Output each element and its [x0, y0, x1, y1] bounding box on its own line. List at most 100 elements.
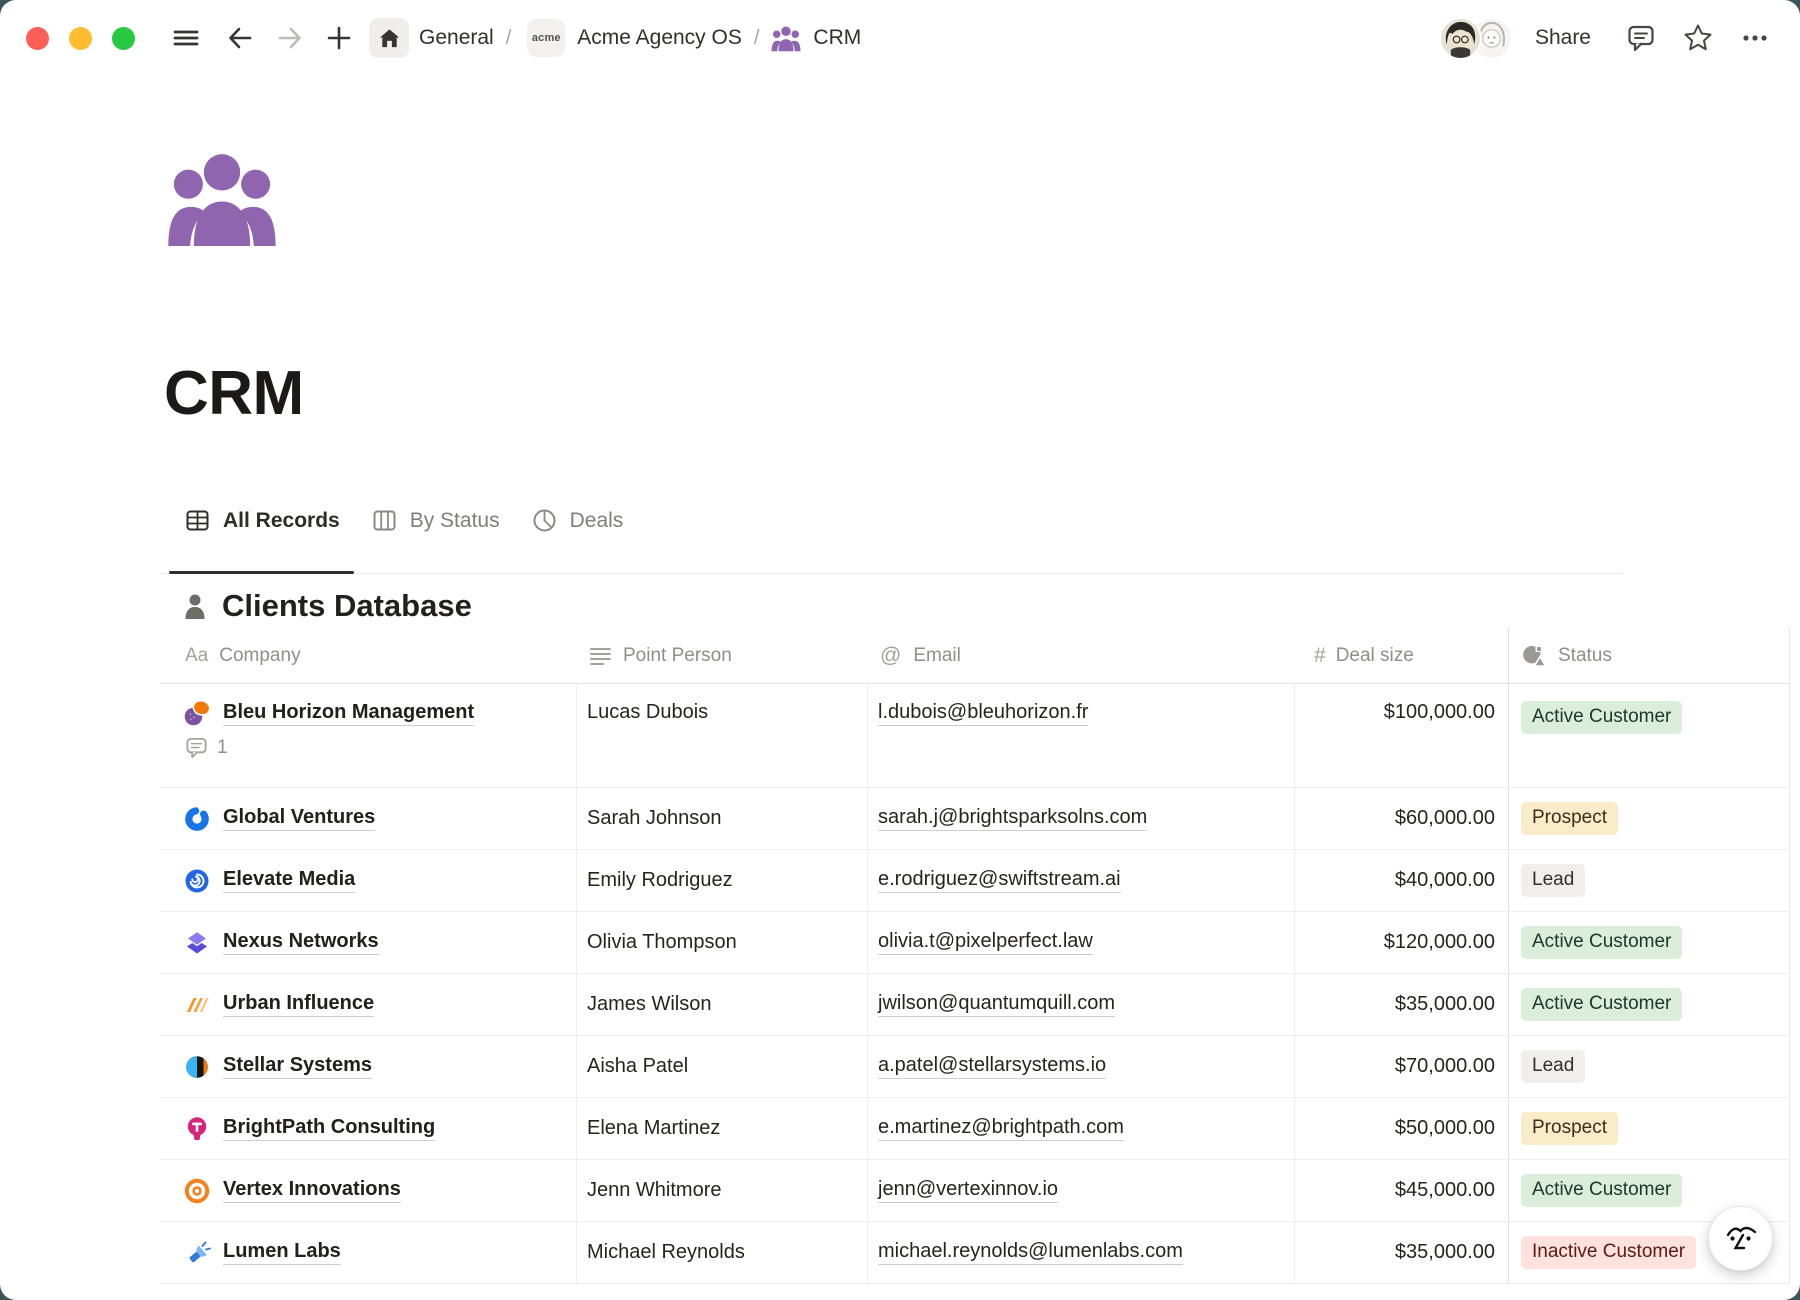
company-cell[interactable]: Lumen Labs [160, 1222, 576, 1283]
status-cell[interactable]: Active Customer [1508, 684, 1790, 787]
workspace-logo[interactable]: acme [527, 19, 565, 57]
point-person-cell[interactable]: Aisha Patel [576, 1036, 867, 1097]
deal-size-cell[interactable]: $70,000.00 [1294, 1036, 1508, 1097]
point-person-cell[interactable]: Lucas Dubois [576, 684, 867, 787]
database-title[interactable]: Clients Database [222, 588, 472, 624]
tab-all-records[interactable]: All Records [185, 508, 340, 533]
email-link[interactable]: l.dubois@bleuhorizon.fr [878, 701, 1088, 726]
deal-size-value: $60,000.00 [1395, 807, 1495, 830]
email-link[interactable]: jwilson@quantumquill.com [878, 992, 1115, 1017]
email-cell[interactable]: jwilson@quantumquill.com [867, 974, 1294, 1035]
email-cell[interactable]: jenn@vertexinnov.io [867, 1160, 1294, 1221]
new-tab-button[interactable] [325, 24, 353, 52]
company-cell[interactable]: Nexus Networks [160, 912, 576, 973]
collaborator-avatars[interactable] [1439, 17, 1513, 60]
point-person-cell[interactable]: Emily Rodriguez [576, 850, 867, 911]
point-person-cell[interactable]: James Wilson [576, 974, 867, 1035]
deal-size-cell[interactable]: $120,000.00 [1294, 912, 1508, 973]
company-cell[interactable]: Urban Influence [160, 974, 576, 1035]
column-header-status[interactable]: Status [1508, 628, 1790, 683]
company-name-link[interactable]: Elevate Media [223, 868, 355, 893]
tab-by-status[interactable]: By Status [372, 508, 500, 533]
comments-button[interactable] [1626, 23, 1656, 53]
table-row: Global Ventures Sarah Johnson sarah.j@br… [160, 788, 1790, 850]
breadcrumb-page[interactable]: CRM [813, 26, 861, 50]
status-badge: Prospect [1521, 1112, 1618, 1145]
deal-size-cell[interactable]: $100,000.00 [1294, 684, 1508, 787]
email-link[interactable]: e.martinez@brightpath.com [878, 1116, 1124, 1141]
email-link[interactable]: sarah.j@brightsparksolns.com [878, 806, 1147, 831]
column-header-company[interactable]: Aa Company [160, 628, 576, 683]
email-link[interactable]: e.rodriguez@swiftstream.ai [878, 868, 1121, 893]
column-header-deal-size[interactable]: # Deal size [1294, 628, 1508, 683]
email-link[interactable]: a.patel@stellarsystems.io [878, 1054, 1106, 1079]
email-cell[interactable]: michael.reynolds@lumenlabs.com [867, 1222, 1294, 1283]
email-cell[interactable]: e.rodriguez@swiftstream.ai [867, 850, 1294, 911]
point-person-cell[interactable]: Sarah Johnson [576, 788, 867, 849]
column-header-email[interactable]: @ Email [867, 628, 1294, 683]
email-link[interactable]: jenn@vertexinnov.io [878, 1178, 1058, 1203]
company-name-link[interactable]: Lumen Labs [223, 1240, 341, 1265]
page-icon-button[interactable] [166, 146, 278, 246]
status-badge: Lead [1521, 864, 1585, 897]
company-cell[interactable]: Bleu Horizon Management 1 [160, 684, 576, 787]
status-cell[interactable]: Lead [1508, 850, 1790, 911]
deal-size-cell[interactable]: $35,000.00 [1294, 974, 1508, 1035]
breadcrumb-root[interactable]: General [419, 26, 494, 50]
breadcrumb-home-button[interactable] [369, 18, 409, 58]
point-person-cell[interactable]: Jenn Whitmore [576, 1160, 867, 1221]
email-cell[interactable]: a.patel@stellarsystems.io [867, 1036, 1294, 1097]
company-cell[interactable]: Elevate Media [160, 850, 576, 911]
company-name-link[interactable]: Bleu Horizon Management [223, 701, 474, 726]
status-cell[interactable]: Prospect [1508, 788, 1790, 849]
point-person: Olivia Thompson [587, 931, 737, 954]
email-cell[interactable]: e.martinez@brightpath.com [867, 1098, 1294, 1159]
company-cell[interactable]: Stellar Systems [160, 1036, 576, 1097]
company-name-link[interactable]: Global Ventures [223, 806, 375, 831]
point-person-cell[interactable]: Olivia Thompson [576, 912, 867, 973]
company-name-link[interactable]: Stellar Systems [223, 1054, 372, 1079]
company-name-link[interactable]: Nexus Networks [223, 930, 379, 955]
table-header-row: Aa Company Point Person @ Email # Deal s… [160, 628, 1790, 684]
email-cell[interactable]: sarah.j@brightsparksolns.com [867, 788, 1294, 849]
notion-ai-button[interactable] [1708, 1206, 1773, 1271]
deal-size-cell[interactable]: $60,000.00 [1294, 788, 1508, 849]
top-bar: General / acme Acme Agency OS / CRM Shar… [0, 0, 1800, 76]
forward-button[interactable] [276, 24, 304, 52]
favorite-button[interactable] [1682, 22, 1714, 54]
close-window-button[interactable] [26, 27, 49, 50]
company-cell[interactable]: Vertex Innovations [160, 1160, 576, 1221]
email-link[interactable]: michael.reynolds@lumenlabs.com [878, 1240, 1183, 1265]
point-person-cell[interactable]: Michael Reynolds [576, 1222, 867, 1283]
sidebar-menu-button[interactable] [171, 23, 201, 53]
column-header-point-person[interactable]: Point Person [576, 628, 867, 683]
deal-size-cell[interactable]: $45,000.00 [1294, 1160, 1508, 1221]
page-title[interactable]: CRM [164, 358, 304, 430]
zoom-window-button[interactable] [112, 27, 135, 50]
email-cell[interactable]: l.dubois@bleuhorizon.fr [867, 684, 1294, 787]
email-cell[interactable]: olivia.t@pixelperfect.law [867, 912, 1294, 973]
deal-size-cell[interactable]: $40,000.00 [1294, 850, 1508, 911]
comment-count-row[interactable]: 1 [183, 736, 228, 759]
back-button[interactable] [226, 24, 254, 52]
company-name-link[interactable]: BrightPath Consulting [223, 1116, 435, 1141]
company-cell[interactable]: Global Ventures [160, 788, 576, 849]
email-link[interactable]: olivia.t@pixelperfect.law [878, 930, 1093, 955]
share-button[interactable]: Share [1535, 26, 1591, 50]
more-options-button[interactable] [1740, 23, 1770, 53]
status-cell[interactable]: Prospect [1508, 1098, 1790, 1159]
company-name-link[interactable]: Vertex Innovations [223, 1178, 401, 1203]
minimize-window-button[interactable] [69, 27, 92, 50]
status-cell[interactable]: Lead [1508, 1036, 1790, 1097]
deal-size-cell[interactable]: $35,000.00 [1294, 1222, 1508, 1283]
point-person-cell[interactable]: Elena Martinez [576, 1098, 867, 1159]
table-row: Stellar Systems Aisha Patel a.patel@stel… [160, 1036, 1790, 1098]
deal-size-cell[interactable]: $50,000.00 [1294, 1098, 1508, 1159]
breadcrumb-workspace[interactable]: Acme Agency OS [577, 26, 742, 50]
status-cell[interactable]: Active Customer [1508, 974, 1790, 1035]
tab-deals[interactable]: Deals [532, 508, 624, 533]
status-cell[interactable]: Active Customer [1508, 912, 1790, 973]
ai-face-icon [1720, 1218, 1762, 1260]
company-name-link[interactable]: Urban Influence [223, 992, 374, 1017]
company-cell[interactable]: BrightPath Consulting [160, 1098, 576, 1159]
